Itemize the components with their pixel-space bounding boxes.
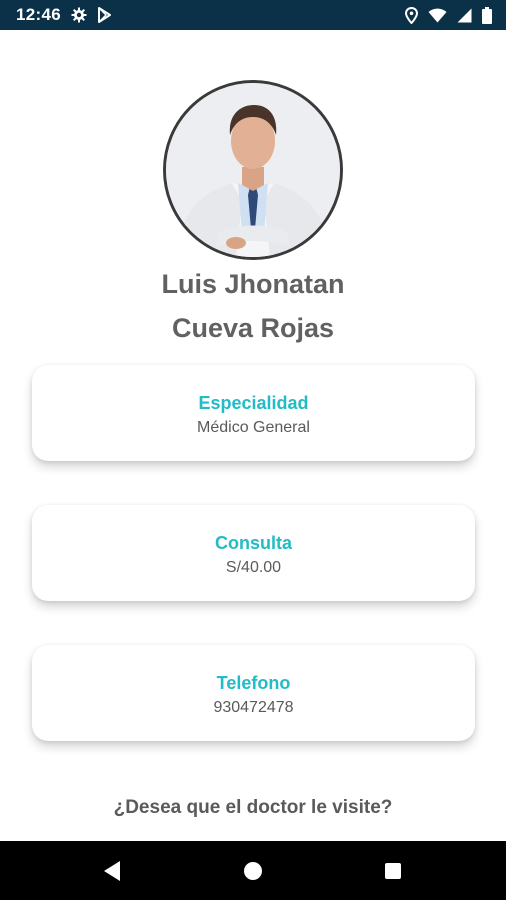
signal-icon [457, 8, 472, 23]
doctor-first-name: Luis Jhonatan [161, 269, 345, 299]
recents-button[interactable] [377, 855, 409, 887]
phone-card[interactable]: Telefono 930472478 [32, 645, 475, 741]
specialty-title: Especialidad [198, 393, 309, 413]
phone-number[interactable]: 930472478 [32, 697, 475, 719]
home-icon [244, 862, 262, 880]
status-left: 12:46 [16, 5, 112, 25]
navigation-bar [0, 841, 506, 900]
consultation-title: Consulta [214, 533, 292, 553]
home-button[interactable] [237, 855, 269, 887]
status-right [405, 6, 492, 24]
doctor-photo-image [166, 83, 340, 257]
specialty-card: Especialidad Médico General [32, 365, 475, 461]
consultation-price: S/40.00 [225, 559, 282, 576]
status-bar: 12:46 [0, 0, 506, 30]
doctor-last-name: Cueva Rojas [171, 313, 335, 343]
battery-icon [482, 6, 492, 24]
doctor-photo [163, 80, 343, 260]
status-time: 12:46 [16, 5, 61, 24]
visit-question: ¿Desea que el doctor le visite? [113, 797, 393, 818]
doctor-name: Luis Jhonatan Cueva Rojas [0, 262, 506, 350]
phone-title: Telefono [216, 673, 291, 693]
back-button[interactable] [96, 855, 128, 887]
back-icon [104, 861, 120, 881]
play-store-icon [97, 7, 112, 23]
gear-icon [71, 7, 87, 23]
location-icon [405, 6, 418, 24]
recents-icon [385, 863, 401, 879]
wifi-icon [428, 8, 447, 23]
specialty-value: Médico General [197, 419, 310, 436]
consultation-card: Consulta S/40.00 [32, 505, 475, 601]
